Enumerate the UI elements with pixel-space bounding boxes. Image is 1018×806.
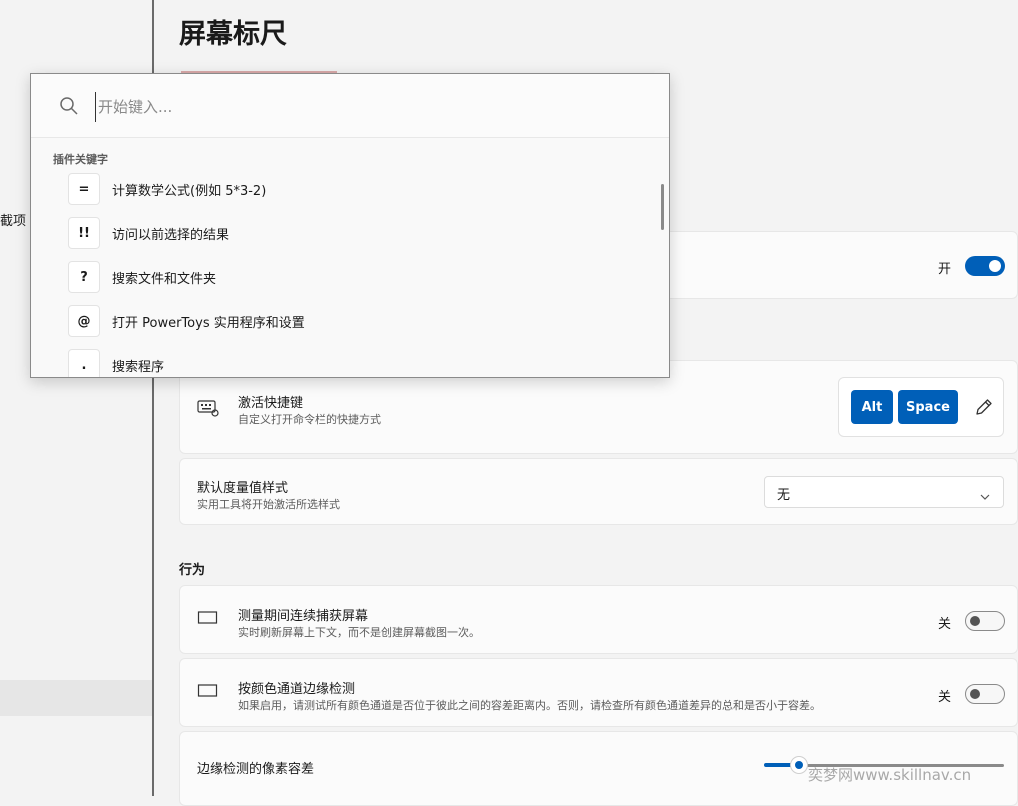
plugin-keywords-label: 插件关键字 bbox=[53, 153, 108, 166]
popup-scrollbar[interactable] bbox=[661, 184, 664, 230]
chevron-down-icon bbox=[979, 487, 991, 506]
edit-icon[interactable] bbox=[974, 397, 994, 421]
search-input[interactable] bbox=[95, 92, 640, 122]
sidebar-item-selected[interactable] bbox=[0, 680, 152, 716]
keyboard-icon bbox=[197, 399, 219, 421]
plugin-desc: 搜索文件和文件夹 bbox=[112, 272, 217, 287]
search-icon bbox=[59, 96, 79, 120]
plugin-key: @ bbox=[68, 305, 100, 337]
plugin-key: . bbox=[68, 349, 100, 377]
continuous-capture-description: 实时刷新屏幕上下文，而不是创建屏幕截图一次。 bbox=[238, 626, 480, 639]
per-channel-toggle[interactable] bbox=[965, 684, 1005, 704]
popup-search-bar bbox=[31, 74, 669, 138]
continuous-capture-toggle-label: 关 bbox=[938, 617, 952, 632]
continuous-capture-title: 测量期间连续捕获屏幕 bbox=[238, 609, 369, 624]
plugin-item[interactable]: !! 访问以前选择的结果 bbox=[68, 217, 628, 253]
key-alt: Alt bbox=[851, 390, 893, 424]
enable-toggle-label: 开 bbox=[938, 262, 952, 277]
default-style-select[interactable]: 无 bbox=[764, 476, 1004, 508]
activation-shortcut-description: 自定义打开命令栏的快捷方式 bbox=[238, 413, 381, 426]
continuous-capture-toggle[interactable] bbox=[965, 611, 1005, 631]
pixel-tolerance-title: 边缘检测的像素容差 bbox=[197, 762, 315, 777]
per-channel-toggle-label: 关 bbox=[938, 690, 952, 705]
activation-shortcut-title: 激活快捷键 bbox=[238, 396, 304, 411]
sidebar-item-partial[interactable]: 截项 bbox=[0, 210, 26, 229]
plugin-key: = bbox=[68, 173, 100, 205]
per-channel-description: 如果启用，请测试所有颜色通道是否位于彼此之间的容差距离内。否则，请检查所有颜色通… bbox=[238, 699, 821, 712]
behavior-section-header: 行为 bbox=[179, 563, 206, 578]
plugin-desc: 搜索程序 bbox=[112, 360, 165, 375]
plugin-item[interactable]: @ 打开 PowerToys 实用程序和设置 bbox=[68, 305, 628, 341]
plugin-item[interactable]: . 搜索程序 bbox=[68, 349, 628, 377]
key-space: Space bbox=[898, 390, 958, 424]
default-style-description: 实用工具将开始激活所选样式 bbox=[197, 498, 340, 511]
plugin-key: ? bbox=[68, 261, 100, 293]
default-style-selected: 无 bbox=[777, 488, 791, 503]
screen-icon bbox=[197, 610, 219, 630]
plugin-desc: 打开 PowerToys 实用程序和设置 bbox=[112, 316, 305, 331]
command-popup: 插件关键字 = 计算数学公式(例如 5*3-2) !! 访问以前选择的结果 ? … bbox=[30, 73, 670, 378]
continuous-capture-card: 测量期间连续捕获屏幕 实时刷新屏幕上下文，而不是创建屏幕截图一次。 关 bbox=[179, 585, 1018, 654]
enable-toggle[interactable] bbox=[965, 256, 1005, 276]
plugin-item[interactable]: ? 搜索文件和文件夹 bbox=[68, 261, 628, 297]
watermark: 奕梦网www.skillnav.cn bbox=[808, 766, 972, 784]
page-title: 屏幕标尺 bbox=[179, 19, 287, 50]
screen-icon bbox=[197, 683, 219, 703]
per-channel-title: 按颜色通道边缘检测 bbox=[238, 682, 356, 697]
per-channel-card: 按颜色通道边缘检测 如果启用，请测试所有颜色通道是否位于彼此之间的容差距离内。否… bbox=[179, 658, 1018, 727]
default-style-title: 默认度量值样式 bbox=[197, 481, 289, 496]
hotkey-box[interactable]: Alt Space bbox=[838, 377, 1004, 437]
plugin-desc: 访问以前选择的结果 bbox=[112, 228, 230, 243]
plugin-item[interactable]: = 计算数学公式(例如 5*3-2) bbox=[68, 173, 628, 209]
slider-thumb[interactable] bbox=[790, 756, 808, 774]
plugin-desc: 计算数学公式(例如 5*3-2) bbox=[112, 184, 267, 199]
plugin-key: !! bbox=[68, 217, 100, 249]
